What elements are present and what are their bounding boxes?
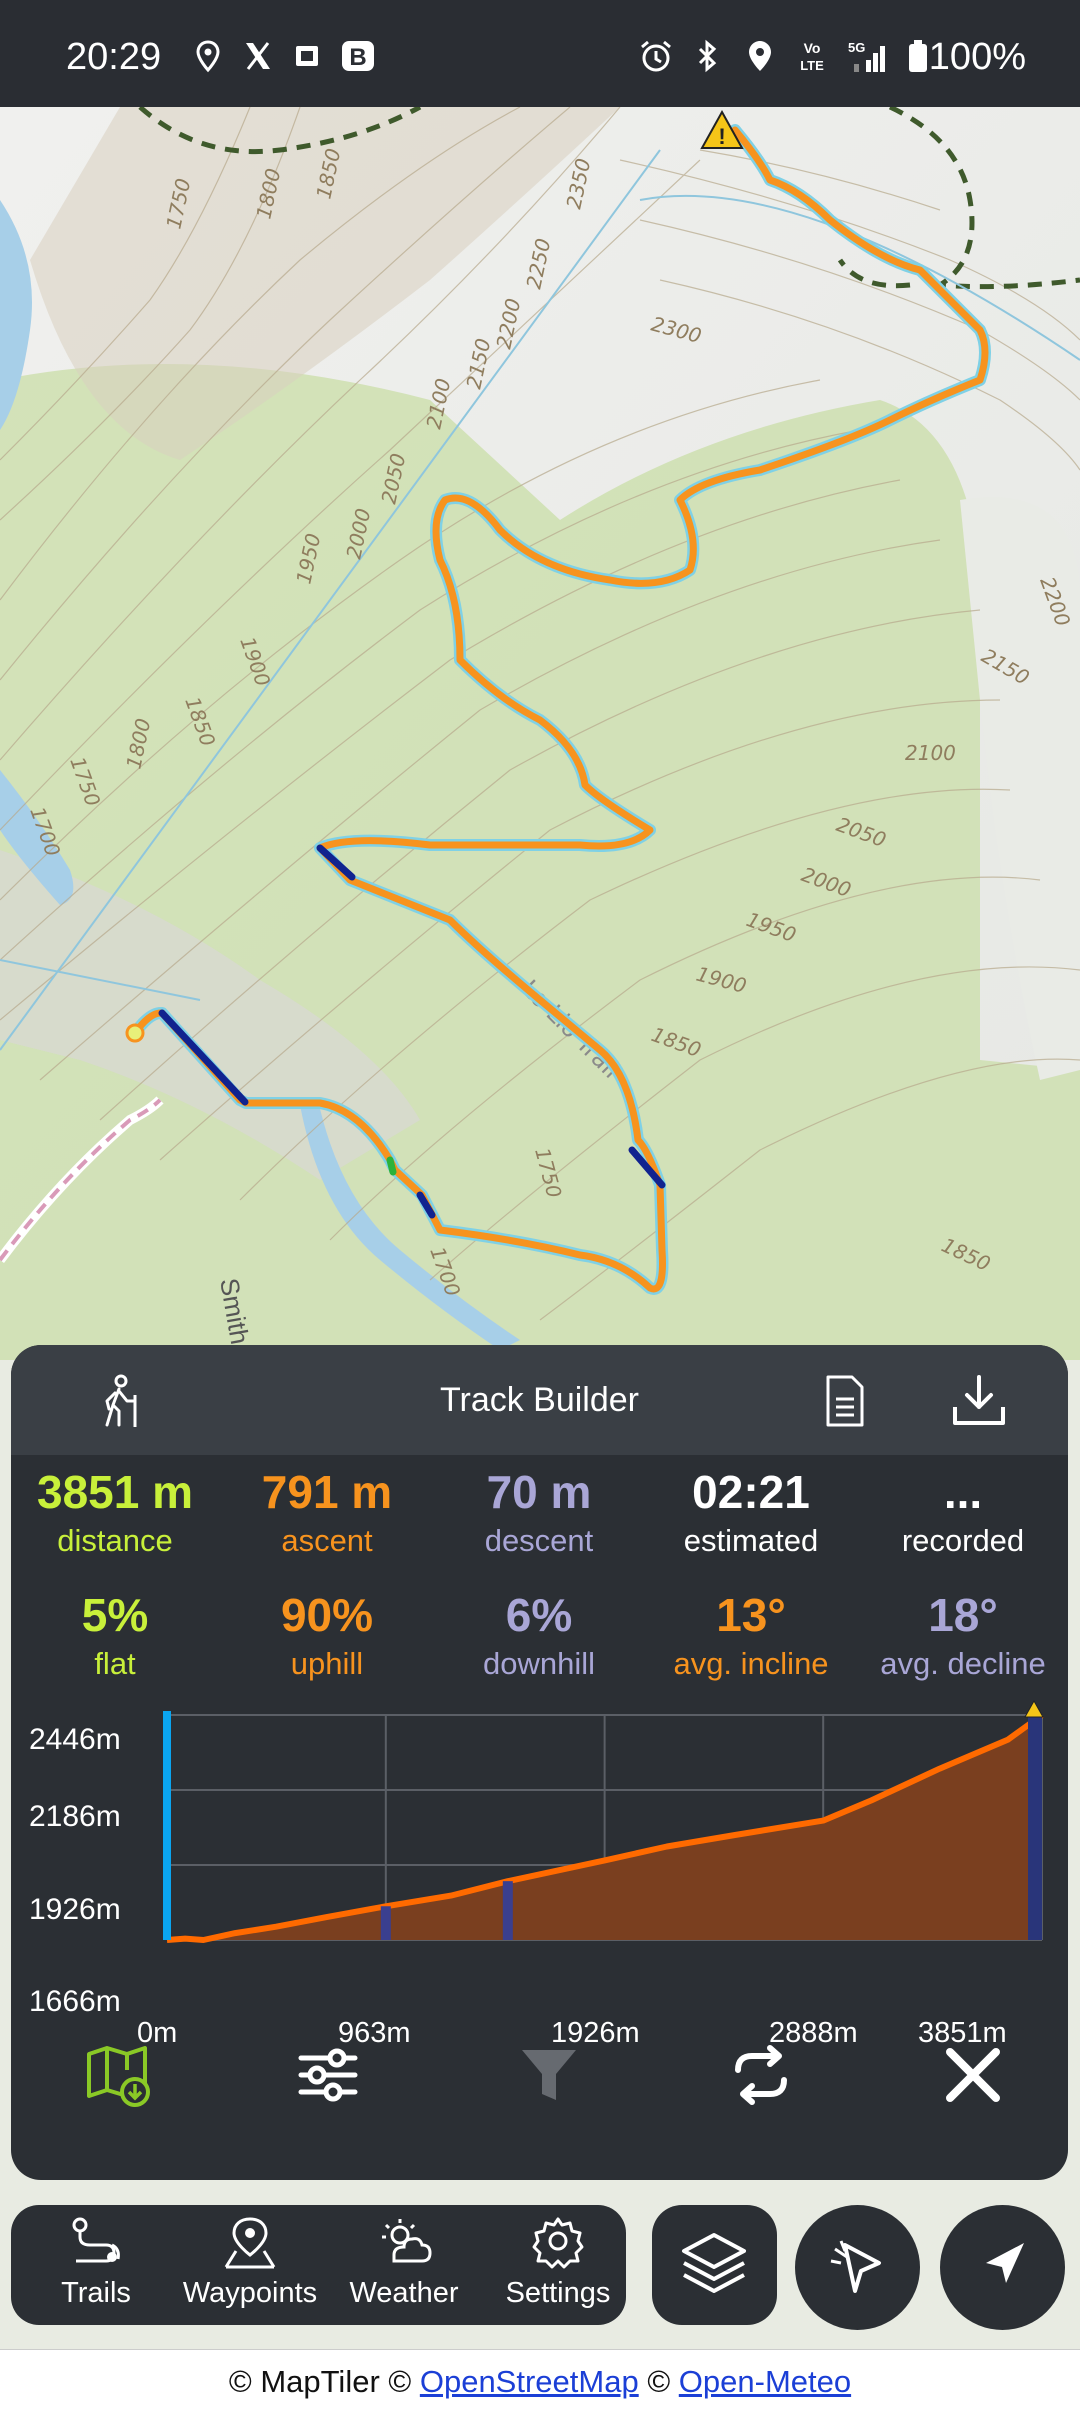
5g-signal-icon: 5G	[848, 40, 885, 72]
sliders-icon[interactable]	[293, 2040, 363, 2110]
summit-warning-marker	[1024, 1700, 1044, 1718]
stat-descent: 70 m descent	[484, 1466, 594, 1558]
stat-flat: 5% flat	[81, 1589, 149, 1681]
map-download-icon[interactable]	[83, 2040, 153, 2110]
nav-weather[interactable]: Weather	[329, 2215, 479, 2310]
map-attribution: © MapTiler © OpenStreetMap © Open-Meteo	[0, 2349, 1080, 2413]
attribution-text: ©	[638, 2364, 679, 2399]
elevation-chart[interactable]	[11, 1700, 1068, 2010]
stat-avg-decline: 18° avg. decline	[880, 1589, 1046, 1681]
end-marker	[1028, 1715, 1042, 1940]
close-icon[interactable]	[938, 2040, 1008, 2110]
descent-marker	[380, 1906, 391, 1940]
status-time: 20:29	[66, 36, 162, 78]
nav-waypoints[interactable]: Waypoints	[175, 2215, 325, 2310]
descent-marker	[502, 1881, 513, 1940]
waypoints-icon	[224, 2217, 276, 2269]
status-bar: 20:29 B Vo LTE 5G 100%	[0, 0, 1080, 107]
contour-label: 2100	[905, 741, 956, 765]
volte-icon: Vo LTE	[800, 40, 824, 73]
panel-title: Track Builder	[439, 1381, 640, 1419]
svg-text:B: B	[349, 44, 366, 71]
filter-icon[interactable]	[514, 2040, 584, 2110]
panel-header: Track Builder	[11, 1345, 1068, 1455]
swap-icon[interactable]	[726, 2040, 796, 2110]
nav-label: Weather	[349, 2277, 459, 2309]
attribution-text: © MapTiler ©	[228, 2364, 420, 2399]
nav-settings[interactable]: Settings	[483, 2215, 633, 2310]
stat-distance: 3851 m distance	[36, 1466, 193, 1558]
openstreetmap-link[interactable]: OpenStreetMap	[420, 2364, 639, 2399]
stat-uphill: 90% uphill	[280, 1589, 374, 1681]
location-icon	[196, 40, 220, 73]
settings-icon	[532, 2217, 584, 2269]
nav-label: Waypoints	[182, 2277, 318, 2309]
trails-icon	[72, 2217, 120, 2263]
stat-estimated: 02:21 estimated	[683, 1466, 819, 1558]
bottom-nav: Trails Waypoints Weather Settings	[11, 2205, 626, 2325]
bluetooth-icon	[698, 39, 717, 73]
stat-avg-incline: 13° avg. incline	[673, 1589, 829, 1681]
track-builder-panel: Track Builder 3851 m distance 791 m asce…	[11, 1345, 1068, 2180]
notification-icon	[296, 46, 318, 66]
locate-button[interactable]	[940, 2205, 1065, 2330]
battery-percentage: 100%	[928, 36, 1026, 78]
track-start-marker[interactable]	[125, 1023, 145, 1043]
layers-icon	[682, 2233, 746, 2293]
alarm-icon	[641, 40, 671, 72]
document-icon[interactable]	[814, 1371, 874, 1431]
compass-button[interactable]	[795, 2205, 920, 2330]
svg-text:!: !	[718, 124, 725, 149]
battery-icon	[909, 40, 927, 72]
b-icon: B	[342, 41, 374, 71]
compass-arrow-icon	[830, 2240, 881, 2293]
nav-trails[interactable]: Trails	[21, 2215, 171, 2310]
svg-text:5G: 5G	[848, 40, 865, 55]
location-icon	[749, 41, 771, 71]
nav-label: Settings	[505, 2277, 611, 2309]
layers-button[interactable]	[652, 2205, 777, 2325]
svg-text:Vo: Vo	[804, 40, 821, 56]
stat-downhill: 6% downhill	[482, 1589, 595, 1681]
svg-text:LTE: LTE	[800, 58, 824, 73]
nav-label: Trails	[61, 2277, 131, 2309]
stat-ascent: 791 m ascent	[261, 1466, 393, 1558]
stat-recorded: ... recorded	[901, 1466, 1025, 1558]
open-meteo-link[interactable]: Open-Meteo	[679, 2364, 851, 2399]
download-icon[interactable]	[949, 1371, 1009, 1431]
locate-icon	[986, 2243, 1024, 2283]
x-icon	[246, 42, 270, 70]
weather-icon	[382, 2219, 432, 2263]
start-marker	[163, 1711, 171, 1940]
